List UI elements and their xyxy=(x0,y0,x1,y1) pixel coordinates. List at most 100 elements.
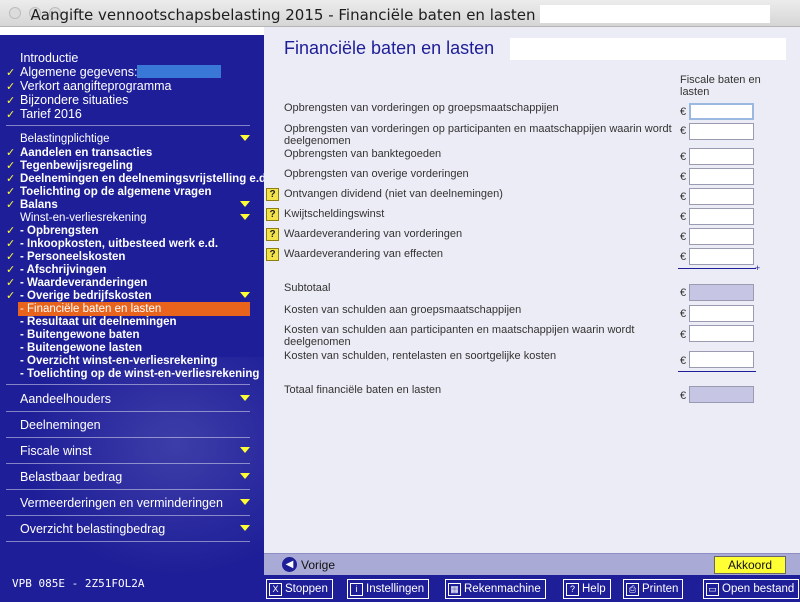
form-code: VPB 085E - 2Z51FOL2A xyxy=(12,577,145,590)
nav-label: - Personeelskosten xyxy=(20,251,126,263)
nav-label: - Waardeveranderingen xyxy=(20,277,148,289)
nav-label: Winst-en-verliesrekening xyxy=(20,212,147,224)
navigation-bar: ◀ Vorige Akkoord xyxy=(264,553,800,575)
nav-label: Belastingplichtige xyxy=(20,133,110,145)
amount-input[interactable] xyxy=(689,168,754,185)
nav-label: Overzicht belastingbedrag xyxy=(20,522,166,536)
settings-button[interactable]: i Instellingen xyxy=(347,579,430,599)
amount-input[interactable] xyxy=(689,123,754,140)
currency-symbol: € xyxy=(680,329,687,341)
nav-waardeveranderingen[interactable]: ✓ - Waardeveranderingen xyxy=(6,276,250,290)
nav-tegenbewijsregeling[interactable]: ✓ Tegenbewijsregeling xyxy=(6,159,250,173)
checkmark-icon: ✓ xyxy=(6,67,16,79)
nav-overige-bedrijfskosten[interactable]: ✓ - Overige bedrijfskosten xyxy=(6,289,250,303)
bottom-toolbar: X Stoppen i Instellingen ▦ Rekenmachine ? He… xyxy=(264,575,800,602)
amount-input[interactable] xyxy=(689,228,754,245)
sidebar-background-art xyxy=(20,357,264,577)
checkmark-icon: ✓ xyxy=(6,160,16,172)
checkmark-icon: ✓ xyxy=(6,186,16,198)
nav-buitengewone-lasten[interactable]: - Buitengewone lasten xyxy=(6,341,250,355)
currency-symbol: € xyxy=(680,125,687,137)
row-label: Kosten van schulden aan groepsmaatschapp… xyxy=(284,304,522,316)
nav-label: - Overzicht winst-en-verliesrekening xyxy=(20,355,218,367)
currency-symbol: € xyxy=(680,251,687,263)
nav-toelichting-algemene-vragen[interactable]: ✓ Toelichting op de algemene vragen xyxy=(6,185,250,199)
sum-line xyxy=(678,371,756,372)
currency-symbol: € xyxy=(680,191,687,203)
nav-algemene-gegevens[interactable]: ✓ Algemene gegevens: xyxy=(6,65,250,79)
chevron-down-icon xyxy=(240,499,250,505)
nav-belastbaar-bedrag[interactable]: Belastbaar bedrag xyxy=(6,470,250,484)
nav-balans[interactable]: ✓ Balans xyxy=(6,198,250,212)
nav-afschrijvingen[interactable]: ✓ - Afschrijvingen xyxy=(6,263,250,277)
chevron-down-icon xyxy=(240,395,250,401)
nav-buitengewone-baten[interactable]: - Buitengewone baten xyxy=(6,328,250,342)
amount-input[interactable] xyxy=(689,351,754,368)
currency-symbol: € xyxy=(680,231,687,243)
arrow-left-icon: ◀ xyxy=(282,557,297,572)
chevron-down-icon xyxy=(240,525,250,531)
nav-deelnemingen-vrijstelling[interactable]: ✓ Deelnemingen en deelnemingsvrijstelling… xyxy=(6,172,264,186)
currency-symbol: € xyxy=(680,390,687,402)
nav-winst-en-verliesrekening[interactable]: Winst-en-verliesrekening xyxy=(6,211,250,225)
checkmark-icon: ✓ xyxy=(6,264,16,276)
nav-opbrengsten[interactable]: ✓ - Opbrengsten xyxy=(6,224,250,238)
nav-tarief[interactable]: ✓ Tarief 2016 xyxy=(6,107,250,121)
checkmark-icon: ✓ xyxy=(6,109,16,121)
amount-input[interactable] xyxy=(689,305,754,322)
nav-deelnemingen[interactable]: Deelnemingen xyxy=(6,418,250,432)
calculator-button[interactable]: ▦ Rekenmachine xyxy=(445,579,546,599)
nav-overzicht-belastingbedrag[interactable]: Overzicht belastingbedrag xyxy=(6,522,250,536)
nav-label: Aandeelhouders xyxy=(20,392,112,406)
amount-input[interactable] xyxy=(689,208,754,225)
calculator-label: Rekenmachine xyxy=(464,583,541,595)
stop-button[interactable]: X Stoppen xyxy=(266,579,333,599)
open-file-button[interactable]: ▭ Open bestand xyxy=(703,579,800,599)
checkmark-icon: ✓ xyxy=(6,290,16,302)
nav-belastingplichtige[interactable]: Belastingplichtige xyxy=(6,132,250,146)
nav-label: - Toelichting op de winst-en-verliesreke… xyxy=(20,368,260,380)
nav-aandelen-en-transacties[interactable]: ✓ Aandelen en transacties xyxy=(6,146,250,160)
currency-symbol: € xyxy=(680,211,687,223)
nav-resultaat-uit-deelnemingen[interactable]: - Resultaat uit deelnemingen xyxy=(6,315,250,329)
help-icon[interactable]: ? xyxy=(266,208,279,221)
settings-label: Instellingen xyxy=(366,583,425,595)
nav-aandeelhouders[interactable]: Aandeelhouders xyxy=(6,392,250,406)
nav-inkoopkosten[interactable]: ✓ - Inkoopkosten, uitbesteed werk e.d. xyxy=(6,237,250,251)
nav-vermeerderingen-en-verminderingen[interactable]: Vermeerderingen en verminderingen xyxy=(6,496,250,510)
amount-input[interactable] xyxy=(689,103,754,120)
sidebar-top-stripe xyxy=(0,27,264,35)
amount-input[interactable] xyxy=(689,148,754,165)
checkmark-icon: ✓ xyxy=(6,95,16,107)
nav-label: - Inkoopkosten, uitbesteed werk e.d. xyxy=(20,238,219,250)
nav-verkort-aangifteprogramma[interactable]: ✓ Verkort aangifteprogramma xyxy=(6,79,250,93)
nav-bijzondere-situaties[interactable]: ✓ Bijzondere situaties xyxy=(6,93,250,107)
help-icon[interactable]: ? xyxy=(266,248,279,261)
form-panel: Financiële baten en lasten Fiscale baten… xyxy=(264,27,800,553)
row-label: Kosten van schulden, rentelasten en soor… xyxy=(284,350,557,362)
amount-input[interactable] xyxy=(689,325,754,342)
checkmark-icon: ✓ xyxy=(6,81,16,93)
help-icon[interactable]: ? xyxy=(266,188,279,201)
nav-financiele-baten-en-lasten[interactable]: - Financiële baten en lasten xyxy=(18,302,250,316)
amount-input[interactable] xyxy=(689,188,754,205)
accept-button[interactable]: Akkoord xyxy=(714,556,786,574)
help-button[interactable]: ? Help xyxy=(563,579,611,599)
nav-label: Tegenbewijsregeling xyxy=(20,160,133,172)
row-label: Opbrengsten van vorderingen op groepsmaa… xyxy=(284,102,559,114)
column-header: Fiscale baten en lasten xyxy=(680,74,761,98)
nav-fiscale-winst[interactable]: Fiscale winst xyxy=(6,444,250,458)
previous-button[interactable]: ◀ Vorige xyxy=(282,556,335,573)
stop-label: Stoppen xyxy=(285,583,328,595)
nav-toelichting-winst-en-verliesrekening[interactable]: - Toelichting op de winst-en-verliesreke… xyxy=(6,367,259,381)
redacted-value xyxy=(137,65,222,78)
help-icon[interactable]: ? xyxy=(266,228,279,241)
row-label: Opbrengsten van overige vorderingen xyxy=(284,168,469,180)
nav-personeelskosten[interactable]: ✓ - Personeelskosten xyxy=(6,250,250,264)
nav-overzicht-winst-en-verliesrekening[interactable]: - Overzicht winst-en-verliesrekening xyxy=(6,354,250,368)
nav-label: Deelnemingen xyxy=(20,418,101,432)
print-button[interactable]: ⎙ Printen xyxy=(623,579,684,599)
nav-introductie[interactable]: Introductie xyxy=(6,51,250,65)
amount-input[interactable] xyxy=(689,248,754,265)
chevron-down-icon xyxy=(240,214,250,220)
